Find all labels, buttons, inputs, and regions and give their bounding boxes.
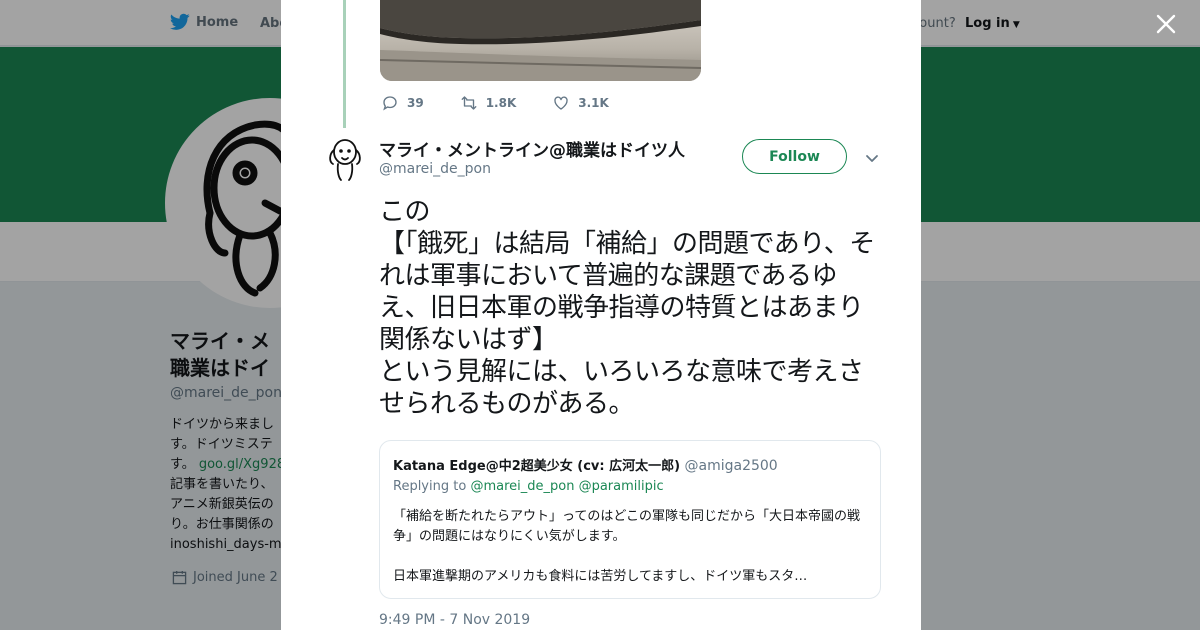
author-avatar[interactable] <box>323 136 367 182</box>
retweet-icon <box>461 96 477 110</box>
quoted-tweet-header: Katana Edge@中2超美少女 (cv: 広河太一郎) @amiga250… <box>393 455 778 474</box>
reply-prefix: Replying to <box>393 479 467 494</box>
previous-tweet-actions: 39 1.8K 3.1K <box>381 94 645 112</box>
tweet-modal: 39 1.8K 3.1K マライ・メントライン@職業はドイツ人 @marei_d… <box>281 0 921 630</box>
ship-photo-icon <box>380 0 701 81</box>
close-icon[interactable] <box>1155 13 1177 35</box>
author-handle[interactable]: @marei_de_pon <box>379 161 491 177</box>
like-count: 3.1K <box>578 96 609 110</box>
quoted-reply-context: Replying to @marei_de_pon @paramilipic <box>393 479 664 494</box>
thread-connector-line <box>343 0 346 128</box>
reply-mention[interactable]: @paramilipic <box>579 479 664 494</box>
retweet-count: 1.8K <box>485 96 517 110</box>
retweet-action[interactable]: 1.8K <box>460 94 517 112</box>
previous-tweet-image[interactable] <box>380 0 701 81</box>
quoted-tweet[interactable]: Katana Edge@中2超美少女 (cv: 広河太一郎) @amiga250… <box>379 440 881 599</box>
author-name[interactable]: マライ・メントライン@職業はドイツ人 <box>379 136 689 161</box>
quoted-author-handle: @amiga2500 <box>684 458 778 474</box>
quoted-tweet-text: 「補給を断たれたらアウト」ってのはどこの軍隊も同じだから「大日本帝國の戦争」の問… <box>393 509 860 584</box>
like-action[interactable]: 3.1K <box>552 94 609 112</box>
reply-count: 39 <box>407 96 424 110</box>
tweet-timestamp[interactable]: 9:49 PM - 7 Nov 2019 <box>379 612 530 628</box>
reply-action[interactable]: 39 <box>381 94 424 112</box>
heart-icon <box>554 96 568 110</box>
follow-button[interactable]: Follow <box>742 139 847 174</box>
reply-icon <box>383 96 397 111</box>
reply-mention[interactable]: @marei_de_pon <box>470 479 574 494</box>
tweet-text: この 【「餓死」は結局「補給」の問題であり、それは軍事において普遍的な課題である… <box>379 197 875 419</box>
chevron-down-icon[interactable] <box>864 150 880 166</box>
quoted-author-name: Katana Edge@中2超美少女 (cv: 広河太一郎) <box>393 459 681 474</box>
